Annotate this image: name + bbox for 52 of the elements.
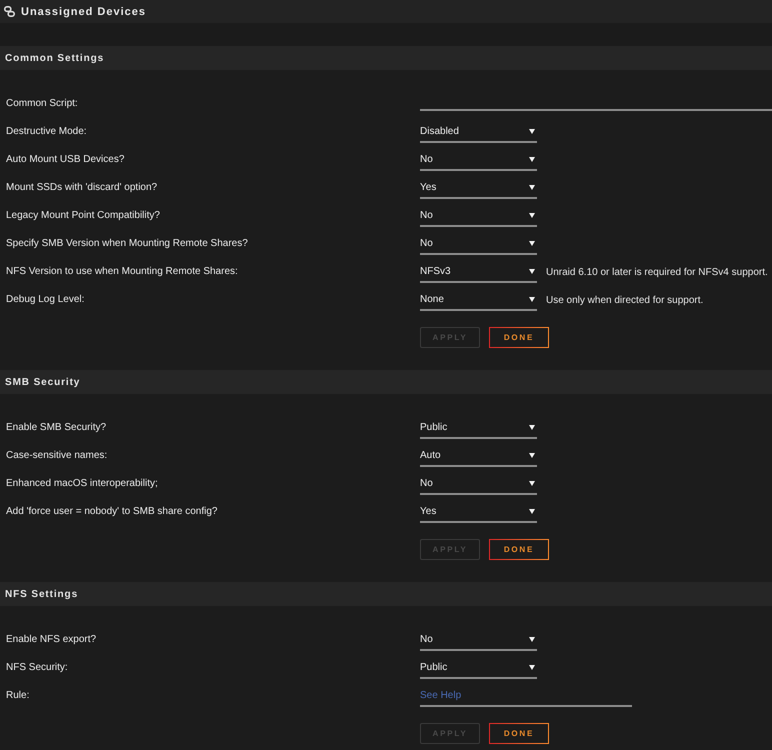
setting-label: NFS Version to use when Mounting Remote Shares: [5, 266, 239, 276]
dropdown[interactable]: Public [420, 417, 537, 439]
dropdown[interactable]: No [420, 205, 537, 227]
setting-label: Specify SMB Version when Mounting Remote Shares? [5, 238, 249, 248]
setting-label: Common Script: [5, 98, 79, 108]
dropdown[interactable]: Yes [420, 501, 537, 523]
setting-label: Enable NFS export? [5, 634, 98, 644]
chain-link-icon [4, 6, 15, 17]
hint-text: Unraid 6.10 or later is required for NFSv4 support. [546, 266, 768, 278]
dropdown[interactable]: No [420, 629, 537, 651]
caret-icon [529, 240, 535, 246]
caret-icon [529, 212, 535, 218]
caret-icon [529, 156, 535, 162]
hint-text: Use only when directed for support. [546, 294, 704, 306]
section-title: NFS Settings [5, 588, 78, 600]
caret-icon [529, 128, 535, 134]
caret-icon [529, 636, 535, 642]
dropdown[interactable]: No [420, 473, 537, 495]
setting-label: Auto Mount USB Devices? [5, 154, 126, 164]
dropdown[interactable]: No [420, 233, 537, 255]
section-title: Common Settings [5, 52, 104, 64]
dropdown[interactable]: None [420, 289, 537, 311]
text-field[interactable]: See Help [420, 685, 632, 707]
caret-icon [529, 508, 535, 514]
caret-icon [529, 664, 535, 670]
caret-icon [529, 424, 535, 430]
action-button[interactable]: DONE [489, 723, 549, 744]
dropdown[interactable]: No [420, 149, 537, 171]
caret-icon [529, 296, 535, 302]
setting-label: Debug Log Level: [5, 294, 86, 304]
action-button[interactable]: DONE [489, 327, 549, 348]
dropdown[interactable]: Disabled [420, 121, 537, 143]
setting-label: Enable SMB Security? [5, 422, 108, 432]
setting-label: Legacy Mount Point Compatibility? [5, 210, 161, 220]
section-title: SMB Security [5, 376, 80, 388]
caret-icon [529, 184, 535, 190]
dropdown[interactable]: Auto [420, 445, 537, 467]
caret-icon [529, 268, 535, 274]
setting-label: NFS Security: [5, 662, 69, 672]
setting-label: Enhanced macOS interoperability; [5, 478, 159, 488]
action-button[interactable]: DONE [489, 539, 549, 560]
setting-label: Destructive Mode: [5, 126, 88, 136]
caret-icon [529, 452, 535, 458]
setting-label: Case-sensitive names: [5, 450, 108, 460]
caret-icon [529, 480, 535, 486]
dropdown[interactable]: NFSv3 [420, 261, 537, 283]
dropdown[interactable]: Yes [420, 177, 537, 199]
setting-label: Add 'force user = nobody' to SMB share config? [5, 506, 218, 516]
dropdown[interactable]: Public [420, 657, 537, 679]
page-title: Unassigned Devices [21, 6, 146, 18]
setting-label: Rule: [5, 690, 30, 700]
setting-label: Mount SSDs with 'discard' option? [5, 182, 158, 192]
